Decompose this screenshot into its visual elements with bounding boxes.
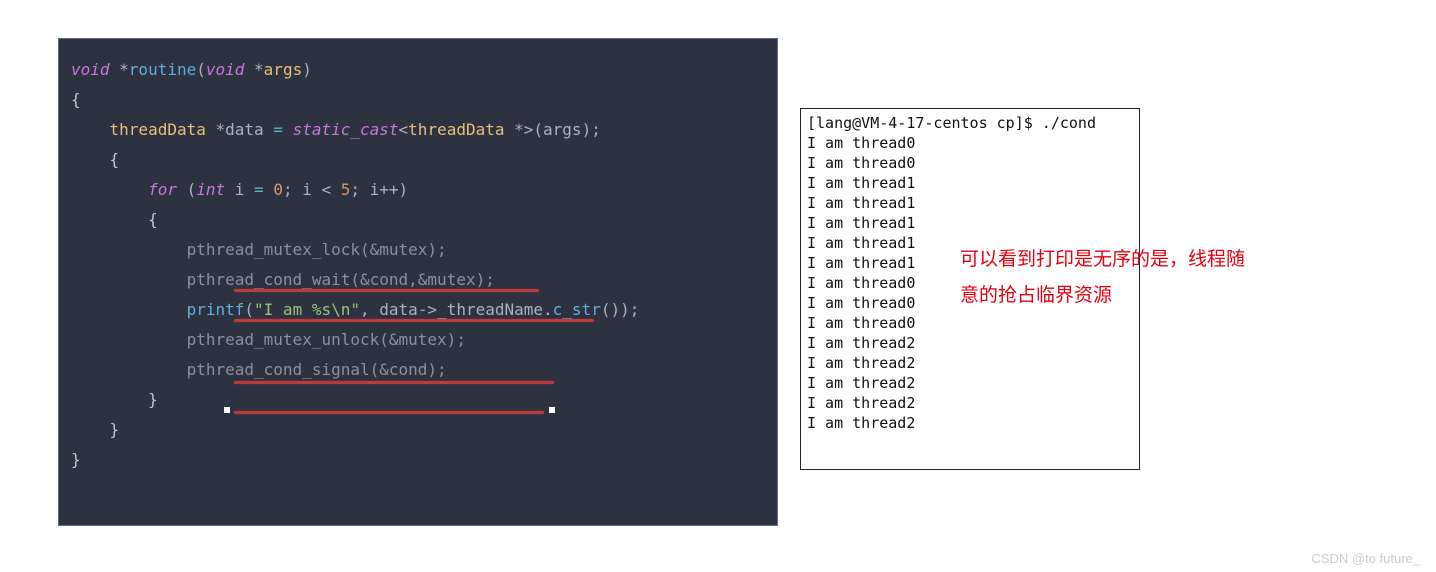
code-line-7: {: [71, 205, 765, 235]
code-editor: void *routine(void *args) { threadData *…: [58, 38, 778, 526]
terminal-line: I am thread1: [807, 213, 1133, 233]
code-line-6: for (int i = 0; i < 5; i++): [71, 175, 765, 205]
selection-handle-dot: [224, 407, 230, 413]
terminal-line: I am thread0: [807, 153, 1133, 173]
function-name: routine: [129, 60, 196, 79]
terminal-line: I am thread2: [807, 373, 1133, 393]
terminal-prompt: [lang@VM-4-17-centos cp]$ ./cond: [807, 113, 1133, 133]
terminal-line: I am thread0: [807, 313, 1133, 333]
annotation-line-1: 可以看到打印是无序的是，线程随: [960, 242, 1380, 278]
terminal-line: I am thread2: [807, 353, 1133, 373]
terminal-line: I am thread2: [807, 413, 1133, 433]
watermark: CSDN @to future_: [1311, 551, 1420, 566]
code-line-8: pthread_mutex_lock(&mutex);: [71, 235, 765, 265]
terminal-line: I am thread2: [807, 393, 1133, 413]
strikethrough-annotation: [234, 381, 554, 384]
selection-handle-dot: [549, 407, 555, 413]
code-line-2: {: [71, 85, 765, 115]
code-line-1: void *routine(void *args): [71, 55, 765, 85]
code-line-4: {: [71, 145, 765, 175]
annotation-line-2: 意的抢占临界资源: [960, 278, 1380, 314]
strikethrough-annotation: [234, 411, 544, 414]
keyword-void: void: [71, 60, 110, 79]
terminal-line: I am thread1: [807, 193, 1133, 213]
code-line-11: pthread_mutex_unlock(&mutex);: [71, 325, 765, 355]
terminal-line: I am thread0: [807, 133, 1133, 153]
terminal-line: I am thread2: [807, 333, 1133, 353]
annotation-text: 可以看到打印是无序的是，线程随 意的抢占临界资源: [960, 242, 1380, 314]
strikethrough-annotation: [234, 289, 539, 292]
code-line-14: }: [71, 415, 765, 445]
code-line-3: threadData *data = static_cast<threadDat…: [71, 115, 765, 145]
strikethrough-annotation: [234, 319, 594, 322]
terminal-line: I am thread1: [807, 173, 1133, 193]
code-line-15: }: [71, 445, 765, 475]
